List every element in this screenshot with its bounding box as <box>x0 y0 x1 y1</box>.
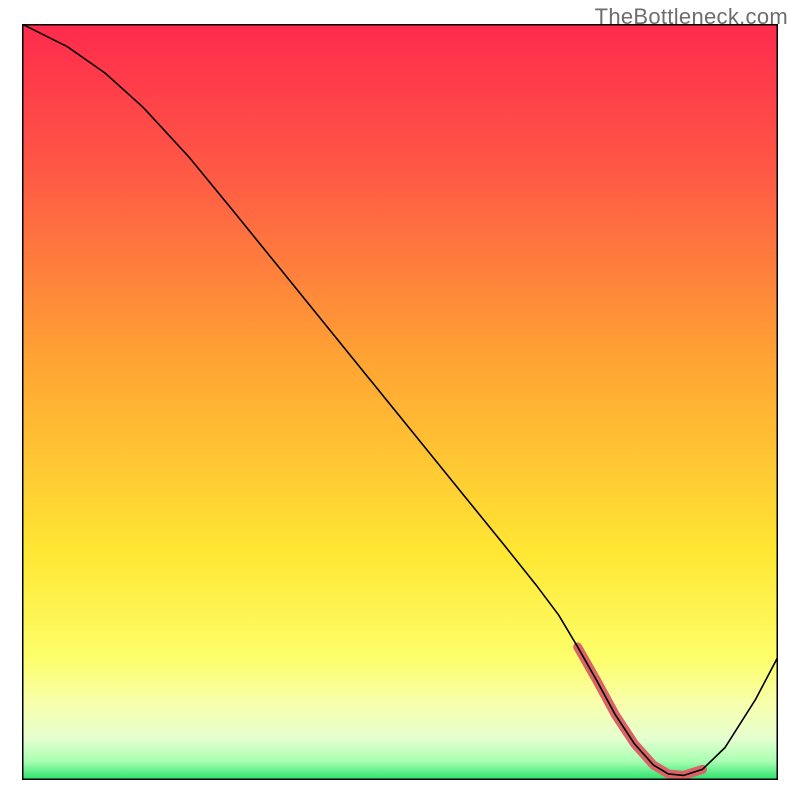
chart-container: TheBottleneck.com <box>0 0 800 800</box>
bottleneck-chart <box>22 24 778 780</box>
watermark-text: TheBottleneck.com <box>595 4 788 30</box>
plot-area <box>22 24 778 780</box>
gradient-background <box>22 24 778 780</box>
